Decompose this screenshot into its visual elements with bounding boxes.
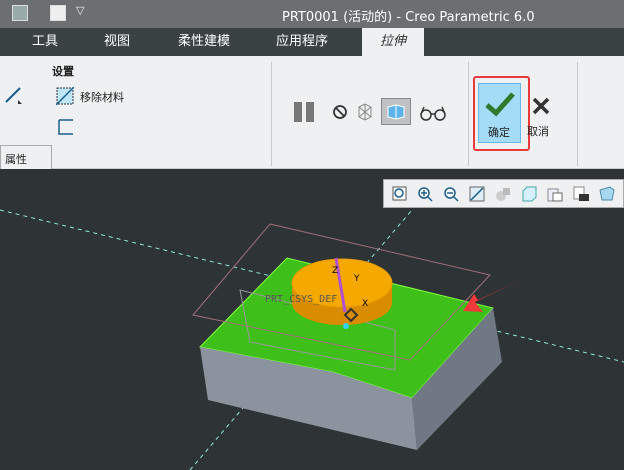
tab-view[interactable]: 视图 [104, 28, 130, 56]
tab-extrude[interactable]: 拉伸 [362, 28, 424, 56]
annotation-arrow [463, 278, 525, 312]
ok-button[interactable]: 确定 [478, 83, 521, 143]
refit-icon[interactable] [392, 186, 408, 202]
thicken-sketch-icon[interactable] [58, 119, 74, 135]
close-window-icon[interactable] [50, 5, 66, 21]
title-bar: ▽ PRT0001 (活动的) - Creo Parametric 6.0 [0, 0, 624, 28]
cancel-label: 取消 [527, 125, 549, 138]
pause-icon[interactable] [292, 101, 318, 123]
display-style-icon[interactable] [495, 186, 511, 202]
ribbon-tabs: 工具 视图 柔性建模 应用程序 拉伸 [0, 28, 624, 56]
zoom-out-icon[interactable] [443, 186, 459, 202]
divider [577, 62, 578, 166]
graphics-viewport[interactable]: PRT_CSYS_DEF Z Y X [0, 170, 624, 470]
close-icon [532, 97, 550, 115]
flip-direction-icon[interactable] [4, 86, 22, 104]
tab-applications[interactable]: 应用程序 [276, 28, 328, 56]
saved-orientations-icon[interactable] [521, 186, 537, 202]
csys-label: PRT_CSYS_DEF [265, 294, 337, 305]
repaint-icon[interactable] [469, 186, 485, 202]
quick-access-dropdown-icon[interactable]: ▽ [76, 4, 84, 17]
properties-tab[interactable]: 属性 [0, 145, 52, 169]
feature-preview-button[interactable] [381, 98, 411, 125]
csys-origin [343, 323, 349, 329]
feature-preview-icon [387, 104, 405, 120]
axis-label-y: Y [353, 274, 360, 284]
perspective-icon[interactable] [599, 186, 615, 202]
view-manager-icon[interactable] [547, 186, 563, 202]
geometry-preview-icon[interactable] [355, 102, 375, 122]
axis-label-x: X [362, 299, 368, 309]
window-icon[interactable] [12, 5, 28, 21]
cancel-button[interactable]: 取消 [527, 92, 557, 142]
axis-label-z: Z [332, 266, 338, 276]
ok-label: 确定 [488, 126, 510, 139]
verify-glasses-icon[interactable] [418, 104, 448, 122]
window-title: PRT0001 (活动的) - Creo Parametric 6.0 [282, 10, 535, 25]
checkmark-icon [485, 92, 515, 117]
no-preview-icon[interactable] [332, 104, 348, 120]
view-toolbar [383, 179, 624, 208]
divider [271, 62, 272, 166]
tab-tools[interactable]: 工具 [32, 28, 58, 56]
settings-group-label: 设置 [52, 65, 74, 78]
remove-material-icon [55, 86, 75, 106]
screenshot-icon[interactable] [573, 186, 589, 202]
tab-flexible-modeling[interactable]: 柔性建模 [178, 28, 230, 56]
zoom-in-icon[interactable] [417, 186, 433, 202]
properties-label: 属性 [5, 153, 27, 166]
remove-material-label: 移除材料 [80, 91, 124, 104]
remove-material-toggle[interactable]: 移除材料 [55, 86, 156, 107]
divider [468, 62, 469, 166]
